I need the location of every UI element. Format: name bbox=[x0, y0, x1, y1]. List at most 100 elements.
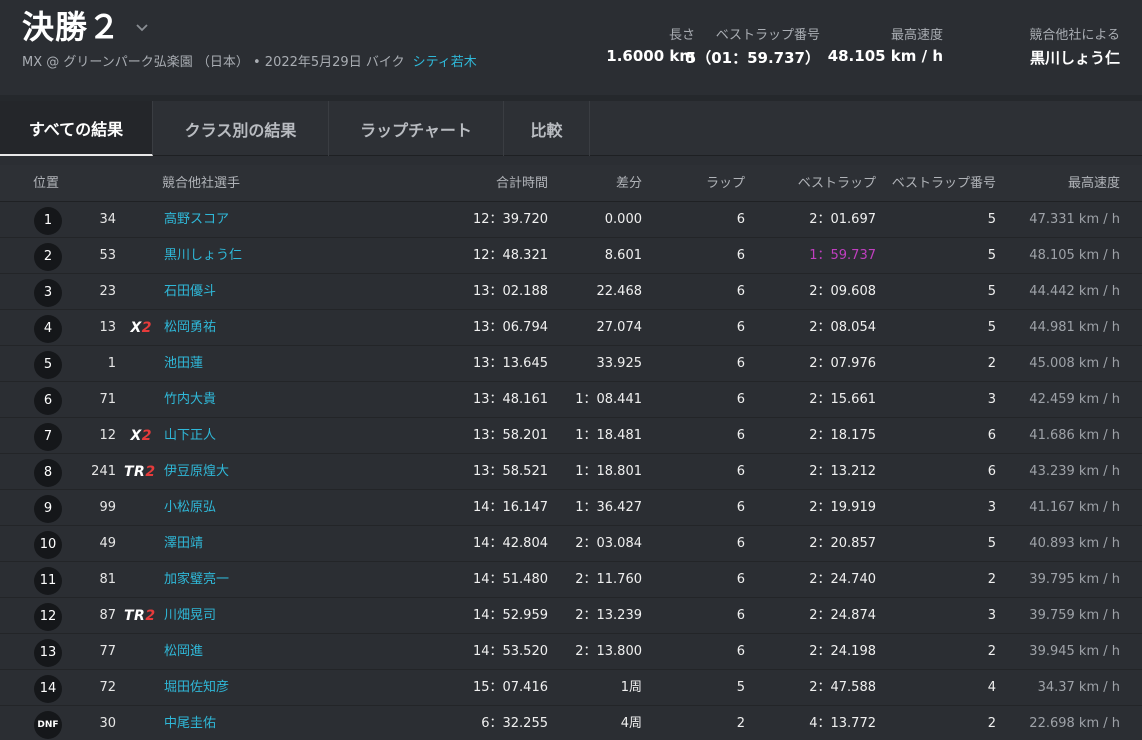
best-lap: 2：08.054 bbox=[809, 320, 876, 335]
best-lap: 2：47.588 bbox=[809, 680, 876, 695]
organizer-link[interactable]: シティ若木 bbox=[413, 55, 477, 70]
rider-name-link[interactable]: 小松原弘 bbox=[164, 490, 216, 526]
rider-name-link[interactable]: 中尾圭佑 bbox=[164, 706, 216, 740]
col-best-lap-no[interactable]: ベストラップ番号 bbox=[876, 165, 996, 202]
total-time: 13：58.201 bbox=[472, 428, 548, 443]
table-row[interactable]: 13 77 松岡進 14：53.520 2：13.800 6 2：24.198 2 39.945… bbox=[0, 634, 1142, 670]
position-badge: 3 bbox=[34, 279, 62, 307]
rider-name-link[interactable]: 松岡進 bbox=[164, 634, 203, 670]
table-row[interactable]: 11 81 加家璧亮一 14：51.480 2：11.760 6 2：24.740 2 39.7… bbox=[0, 562, 1142, 598]
stat-top-speed: 最高速度 48.105 km / h bbox=[828, 24, 943, 65]
best-lap: 2：24.198 bbox=[809, 644, 876, 659]
race-stats: 長さ 1.6000 km ベストラップ番号 5（01：59.737） 最高速度 … bbox=[600, 24, 1120, 74]
tab-compare[interactable]: 比較 bbox=[504, 101, 590, 156]
rider-number: 49 bbox=[99, 536, 116, 551]
event-info: MX @ グリーンパーク弘楽園 （日本） • 2022年5月29日 バイク bbox=[22, 55, 405, 70]
position-badge: DNF bbox=[34, 711, 62, 739]
laps: 6 bbox=[736, 248, 745, 263]
title-row: 決勝２ bbox=[22, 2, 149, 48]
best-lap: 2：07.976 bbox=[809, 356, 876, 371]
class-badge-number: 2 bbox=[141, 428, 152, 444]
rider-name-link[interactable]: 高野スコア bbox=[164, 202, 229, 238]
col-position[interactable]: 位置 bbox=[33, 165, 59, 202]
col-laps[interactable]: ラップ bbox=[665, 165, 745, 202]
rider-name-link[interactable]: 川畑晃司 bbox=[164, 598, 216, 634]
table-row[interactable]: 6 71 竹内大貴 13：48.161 1：08.441 6 2：15.661 3 42.459… bbox=[0, 382, 1142, 418]
rider-name-link[interactable]: 竹内大貴 bbox=[164, 382, 216, 418]
tab-lap-chart[interactable]: ラップチャート bbox=[329, 101, 504, 156]
rider-number: 53 bbox=[99, 248, 116, 263]
results-table: 位置 競合他社選手 合計時間 差分 ラップ ベストラップ ベストラップ番号 最高… bbox=[0, 165, 1142, 740]
position-badge: 1 bbox=[34, 207, 62, 235]
class-badge: TR2 bbox=[124, 598, 156, 634]
total-time: 13：58.521 bbox=[472, 464, 548, 479]
best-lap: 2：24.740 bbox=[809, 572, 876, 587]
best-lap: 2：09.608 bbox=[809, 284, 876, 299]
total-time: 12：48.321 bbox=[472, 248, 548, 263]
rider-name-link[interactable]: 加家璧亮一 bbox=[164, 562, 229, 598]
gap: 27.074 bbox=[596, 320, 643, 335]
laps: 6 bbox=[736, 392, 745, 407]
rider-number: 34 bbox=[99, 212, 116, 227]
total-time: 13：48.161 bbox=[472, 392, 548, 407]
table-row[interactable]: 7 12 X2 山下正人 13：58.201 1：18.481 6 2：18.175 6 41.6… bbox=[0, 418, 1142, 454]
total-time: 12：39.720 bbox=[472, 212, 548, 227]
class-badge-number: 2 bbox=[145, 608, 156, 624]
table-row[interactable]: 2 53 黒川しょう仁 12：48.321 8.601 6 1：59.737 5 48.105 … bbox=[0, 238, 1142, 274]
gap: 0.000 bbox=[604, 212, 642, 227]
rider-name-link[interactable]: 澤田靖 bbox=[164, 526, 203, 562]
table-row[interactable]: 12 87 TR2 川畑晃司 14：52.959 2：13.239 6 2：24.874 3 39… bbox=[0, 598, 1142, 634]
gap: 4周 bbox=[620, 716, 642, 731]
table-header: 位置 競合他社選手 合計時間 差分 ラップ ベストラップ ベストラップ番号 最高… bbox=[0, 165, 1142, 202]
total-time: 14：52.959 bbox=[472, 608, 548, 623]
col-top-speed[interactable]: 最高速度 bbox=[1000, 165, 1120, 202]
laps: 6 bbox=[736, 356, 745, 371]
tab-class-results[interactable]: クラス別の結果 bbox=[153, 101, 329, 156]
class-badge: X2 bbox=[124, 310, 152, 346]
rider-number: 13 bbox=[99, 320, 116, 335]
gap: 2：11.760 bbox=[575, 572, 642, 587]
rider-name-link[interactable]: 堀田佐知彦 bbox=[164, 670, 229, 706]
rider-name-link[interactable]: 石田優斗 bbox=[164, 274, 216, 310]
laps: 6 bbox=[736, 284, 745, 299]
col-gap[interactable]: 差分 bbox=[562, 165, 642, 202]
total-time: 15：07.416 bbox=[472, 680, 548, 695]
top-speed: 39.759 km / h bbox=[1029, 608, 1120, 623]
rider-name-link[interactable]: 黒川しょう仁 bbox=[164, 238, 242, 274]
tab-all-results[interactable]: すべての結果 bbox=[0, 101, 153, 156]
stat-length: 長さ 1.6000 km bbox=[606, 24, 695, 65]
table-row[interactable]: 4 13 X2 松岡勇祐 13：06.794 27.074 6 2：08.054 5 44.981… bbox=[0, 310, 1142, 346]
rider-name-link[interactable]: 伊豆原煌大 bbox=[164, 454, 229, 490]
gap: 8.601 bbox=[604, 248, 642, 263]
chevron-down-icon[interactable] bbox=[135, 21, 149, 35]
position-badge: 14 bbox=[34, 675, 62, 703]
rider-name-link[interactable]: 松岡勇祐 bbox=[164, 310, 216, 346]
gap: 22.468 bbox=[596, 284, 643, 299]
top-speed: 48.105 km / h bbox=[1029, 248, 1120, 263]
table-row[interactable]: 1 34 高野スコア 12：39.720 0.000 6 2：01.697 5 47.331 k… bbox=[0, 202, 1142, 238]
table-row[interactable]: 8 241 TR2 伊豆原煌大 13：58.521 1：18.801 6 2：13.212 6 4… bbox=[0, 454, 1142, 490]
rider-number: 99 bbox=[99, 500, 116, 515]
col-rider[interactable]: 競合他社選手 bbox=[162, 165, 240, 202]
rider-number: 77 bbox=[99, 644, 116, 659]
gap: 1：36.427 bbox=[575, 500, 642, 515]
top-speed: 39.945 km / h bbox=[1029, 644, 1120, 659]
stat-by-rider: 競合他社による 黒川しょう仁 bbox=[1029, 24, 1120, 68]
position-badge: 13 bbox=[34, 639, 62, 667]
col-total-time[interactable]: 合計時間 bbox=[448, 165, 548, 202]
stat-best-lap: ベストラップ番号 5（01：59.737） bbox=[686, 24, 820, 68]
rider-number: 241 bbox=[91, 464, 116, 479]
total-time: 6：32.255 bbox=[481, 716, 548, 731]
table-row[interactable]: DNF 30 中尾圭佑 6：32.255 4周 2 4：13.772 2 22.698 km /… bbox=[0, 706, 1142, 740]
table-row[interactable]: 9 99 小松原弘 14：16.147 1：36.427 6 2：19.919 3 41.167… bbox=[0, 490, 1142, 526]
table-row[interactable]: 10 49 澤田靖 14：42.804 2：03.084 6 2：20.857 5 40.893… bbox=[0, 526, 1142, 562]
table-row[interactable]: 14 72 堀田佐知彦 15：07.416 1周 5 2：47.588 4 34.37 km /… bbox=[0, 670, 1142, 706]
table-row[interactable]: 5 1 池田蓮 13：13.645 33.925 6 2：07.976 2 45.008 km … bbox=[0, 346, 1142, 382]
position-badge: 4 bbox=[34, 315, 62, 343]
gap: 1：08.441 bbox=[575, 392, 642, 407]
rider-name-link[interactable]: 山下正人 bbox=[164, 418, 216, 454]
rider-name-link[interactable]: 池田蓮 bbox=[164, 346, 203, 382]
rider-number: 23 bbox=[99, 284, 116, 299]
table-row[interactable]: 3 23 石田優斗 13：02.188 22.468 6 2：09.608 5 44.442 k… bbox=[0, 274, 1142, 310]
col-best-lap[interactable]: ベストラップ bbox=[766, 165, 876, 202]
